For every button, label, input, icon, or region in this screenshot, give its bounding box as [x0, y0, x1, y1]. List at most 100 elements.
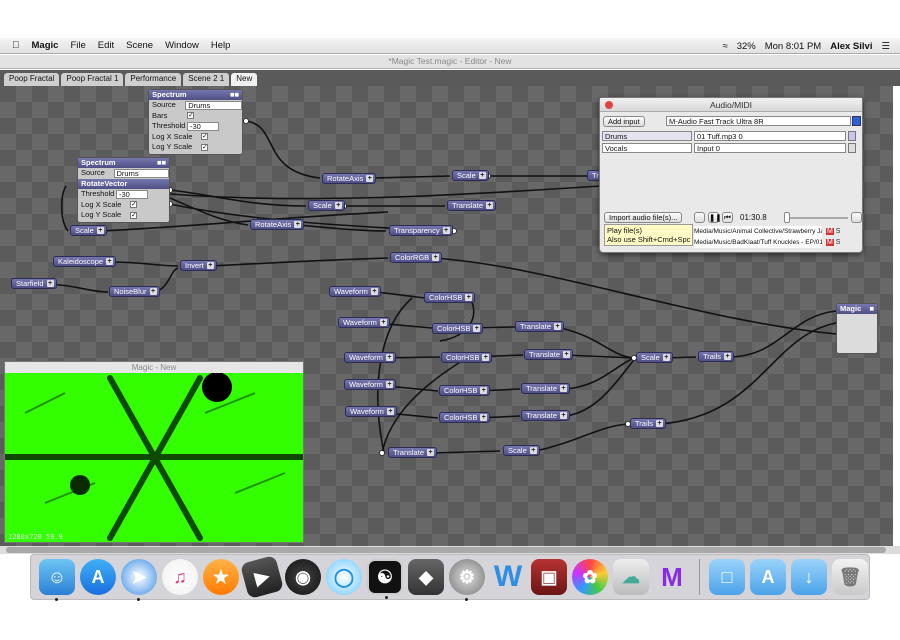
logx-checkbox[interactable]: ✓: [130, 201, 137, 209]
slider-thumb[interactable]: [784, 212, 790, 223]
mute-icon[interactable]: M: [826, 228, 834, 235]
battery-percent[interactable]: 32%: [737, 41, 756, 52]
plus-icon[interactable]: +: [662, 354, 670, 361]
import-audio-button[interactable]: Import audio file(s)...: [604, 212, 683, 223]
node-colorhsb-5[interactable]: ColorHSB +: [439, 412, 491, 423]
play-icon[interactable]: [694, 212, 705, 223]
close-icon[interactable]: [605, 101, 613, 109]
node-scale-b[interactable]: Scale +: [452, 170, 489, 181]
panel-controls-icon[interactable]: ■■: [230, 90, 239, 100]
menu-app-name[interactable]: Magic: [32, 40, 59, 51]
plus-icon[interactable]: +: [478, 172, 486, 179]
node-translate-1[interactable]: Translate +: [515, 321, 564, 332]
tab-new[interactable]: New: [231, 73, 258, 86]
folder-icon[interactable]: □: [709, 559, 745, 595]
audio-midi-window[interactable]: Audio/MIDI Add input M-Audio Fast Track …: [599, 97, 863, 253]
plus-icon[interactable]: +: [46, 280, 54, 287]
rewind-icon[interactable]: ⏮: [722, 212, 733, 223]
plus-icon[interactable]: +: [724, 353, 732, 360]
pause-icon[interactable]: ❚❚: [708, 212, 722, 223]
node-translate-a[interactable]: Translate +: [447, 200, 496, 211]
threshold-input[interactable]: -30: [116, 189, 148, 199]
photo-booth-icon[interactable]: ▣: [531, 559, 567, 595]
logy-checkbox[interactable]: ✓: [201, 143, 208, 151]
panel-controls-icon[interactable]: ■: [869, 304, 874, 314]
panel-controls-icon[interactable]: ■■: [157, 158, 166, 168]
playback-slider[interactable]: [784, 217, 848, 219]
menu-icon[interactable]: [848, 143, 856, 153]
logy-checkbox[interactable]: ✓: [130, 211, 137, 219]
menu-icon[interactable]: [848, 131, 856, 141]
source-select[interactable]: Drums: [185, 100, 242, 110]
magic-output-node[interactable]: Magic ■: [836, 303, 878, 354]
solo-icon[interactable]: S: [836, 228, 841, 235]
logx-checkbox[interactable]: ✓: [201, 133, 208, 141]
user-name[interactable]: Alex Silvi: [830, 41, 872, 52]
node-waveform-4[interactable]: Waveform +: [344, 379, 396, 390]
horizontal-scrollbar[interactable]: [0, 546, 900, 554]
plus-icon[interactable]: +: [442, 227, 450, 234]
node-trails-2[interactable]: Trails +: [630, 418, 667, 429]
rotatevector-node[interactable]: RotateVector: [78, 178, 169, 189]
image-capture-icon[interactable]: ☁: [613, 559, 649, 595]
plus-icon[interactable]: +: [385, 354, 393, 361]
node-noiseblur[interactable]: NoiseBlur +: [109, 286, 160, 297]
node-translate-5[interactable]: Translate +: [388, 447, 437, 458]
node-colorhsb-4[interactable]: ColorHSB +: [439, 385, 491, 396]
plus-icon[interactable]: +: [294, 221, 302, 228]
list-icon[interactable]: ☰: [881, 41, 890, 52]
trash-icon[interactable]: 🗑: [832, 559, 868, 595]
node-colorhsb-1[interactable]: ColorHSB +: [424, 292, 476, 303]
node-scale-f[interactable]: Scale +: [503, 445, 540, 456]
node-scale-d[interactable]: Scale +: [70, 225, 107, 236]
plus-icon[interactable]: +: [529, 447, 537, 454]
plus-icon[interactable]: +: [379, 319, 387, 326]
word-icon[interactable]: W: [490, 559, 526, 595]
applications-folder-icon[interactable]: A: [750, 559, 786, 595]
node-translate-2[interactable]: Translate +: [524, 349, 573, 360]
node-kaleidoscope[interactable]: Kaleidoscope +: [53, 256, 117, 267]
chevron-down-icon[interactable]: [852, 116, 861, 126]
plus-icon[interactable]: +: [96, 227, 104, 234]
plus-icon[interactable]: +: [370, 288, 378, 295]
menu-window[interactable]: Window: [165, 40, 199, 51]
plus-icon[interactable]: +: [656, 420, 664, 427]
apple-menu-icon[interactable]: : [12, 40, 20, 51]
compressor-icon[interactable]: ◆: [408, 559, 444, 595]
node-translate-4[interactable]: Translate +: [521, 410, 570, 421]
node-waveform-3[interactable]: Waveform +: [344, 352, 396, 363]
wifi-icon[interactable]: ≈: [722, 41, 727, 52]
node-scale-c[interactable]: Scale +: [308, 200, 345, 211]
downloads-folder-icon[interactable]: ↓: [791, 559, 827, 595]
node-transparency[interactable]: Transparency +: [389, 225, 453, 236]
plus-icon[interactable]: +: [560, 385, 567, 392]
node-scale-e[interactable]: Scale +: [636, 352, 673, 363]
track-source-vocals[interactable]: Input 0: [694, 143, 846, 153]
threshold-input[interactable]: -30: [187, 121, 219, 131]
plus-icon[interactable]: +: [385, 381, 393, 388]
spectrum-panel-2[interactable]: Spectrum ■■ Source Drums RotateVector Thre…: [77, 157, 170, 223]
preview-window[interactable]: Magic - New 1280x720 59.9: [2, 361, 306, 543]
node-trails-1[interactable]: Trails +: [698, 351, 735, 362]
plus-icon[interactable]: +: [386, 408, 394, 415]
node-colorrgb[interactable]: ColorRGB +: [390, 252, 443, 263]
app-store-icon[interactable]: A: [80, 559, 116, 595]
track-name-drums[interactable]: Drums: [602, 131, 692, 141]
list-item[interactable]: Media/Music/Animal Collective/Strawberry…: [694, 226, 822, 237]
node-colorhsb-3[interactable]: ColorHSB +: [441, 352, 493, 363]
finder-icon[interactable]: ☺: [39, 559, 75, 601]
mute-icon[interactable]: M: [826, 239, 834, 246]
add-input-button[interactable]: Add input: [603, 116, 645, 127]
node-rotateaxis-a[interactable]: RotateAxis +: [322, 173, 377, 184]
solo-icon[interactable]: S: [836, 239, 841, 246]
plus-icon[interactable]: +: [480, 414, 488, 421]
plus-icon[interactable]: +: [334, 202, 342, 209]
track-name-vocals[interactable]: Vocals: [602, 143, 692, 153]
menu-scene[interactable]: Scene: [126, 40, 153, 51]
itunes-icon[interactable]: ♫: [162, 559, 198, 595]
node-invert[interactable]: Invert +: [180, 260, 217, 271]
plus-icon[interactable]: +: [366, 175, 374, 182]
bars-checkbox[interactable]: ✓: [187, 112, 194, 120]
node-rotateaxis-b[interactable]: RotateAxis +: [250, 219, 305, 230]
plus-icon[interactable]: +: [560, 412, 567, 419]
